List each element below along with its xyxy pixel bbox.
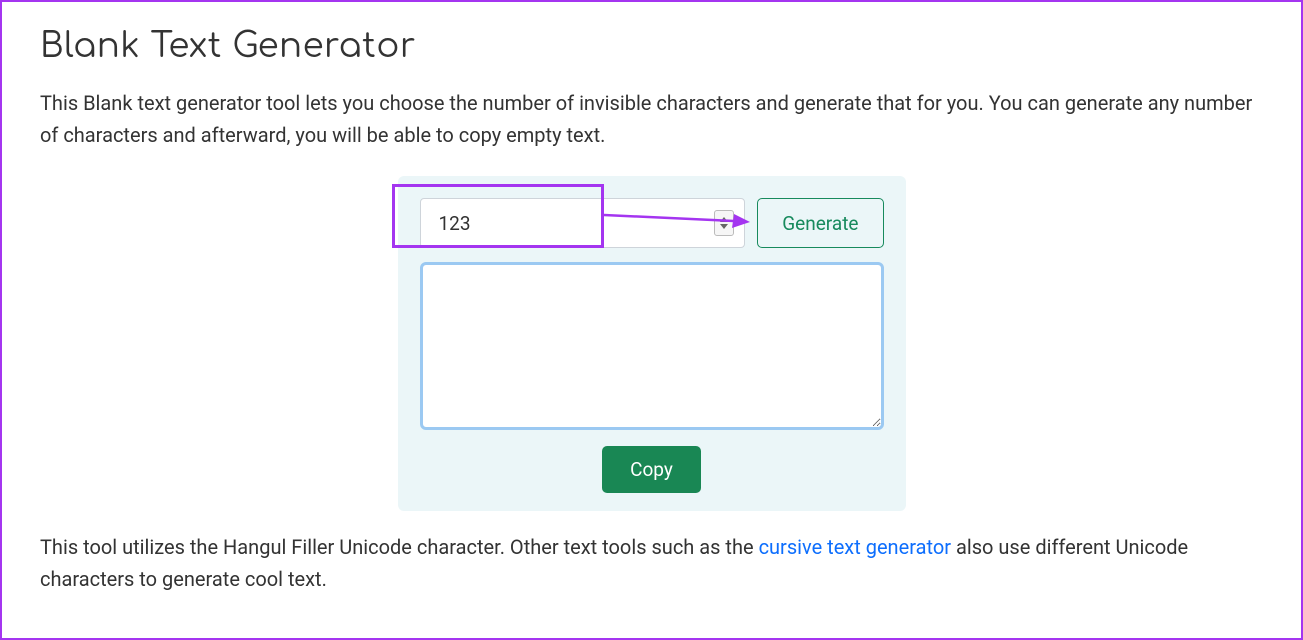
output-textarea[interactable] <box>420 262 884 430</box>
footer-before-link: This tool utilizes the Hangul Filler Uni… <box>40 535 759 559</box>
tool-panel: Generate Copy <box>398 176 906 511</box>
description-text: This Blank text generator tool lets you … <box>40 87 1263 151</box>
page-title: Blank Text Generator <box>40 27 1263 65</box>
chevron-down-icon <box>720 224 728 229</box>
chevron-up-icon <box>720 217 728 222</box>
footer-text: This tool utilizes the Hangul Filler Uni… <box>40 531 1263 595</box>
number-input-wrapper <box>420 198 746 248</box>
copy-button[interactable]: Copy <box>602 446 701 493</box>
cursive-link[interactable]: cursive text generator <box>759 535 951 559</box>
number-spinner[interactable] <box>714 210 734 236</box>
generate-button[interactable]: Generate <box>757 198 883 248</box>
number-input[interactable] <box>421 199 715 247</box>
